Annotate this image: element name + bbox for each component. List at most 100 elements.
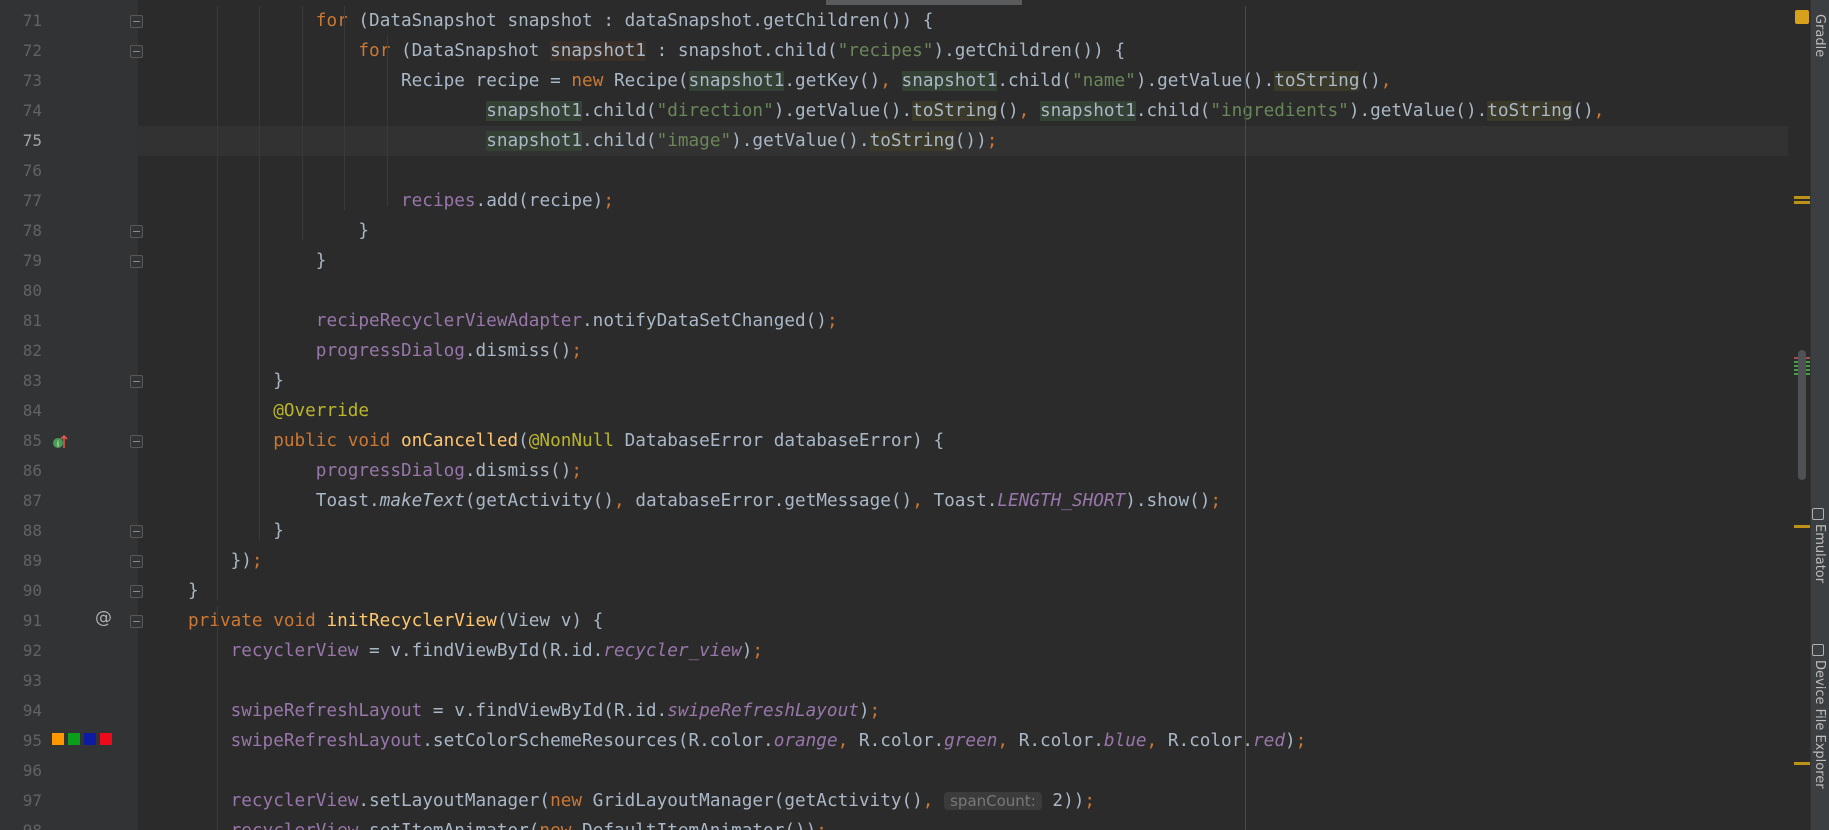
line-number: 98 (0, 816, 42, 830)
code-token: ).getValue(). (773, 101, 913, 121)
indent-guide (387, 36, 388, 206)
code-line[interactable]: progressDialog.dismiss(); (138, 456, 1788, 486)
line-number: 90 (22, 581, 42, 600)
code-token: () (1572, 101, 1594, 121)
fold-marker-icon[interactable] (130, 45, 143, 58)
color-swatch-icon[interactable] (52, 733, 64, 745)
code-token: .add(recipe) (475, 191, 604, 211)
code-line[interactable] (138, 666, 1788, 696)
at-sign-icon[interactable]: @ (95, 608, 112, 628)
line-number: 84 (22, 401, 42, 420)
tab-emulator[interactable]: Emulator (1812, 524, 1827, 583)
code-line[interactable] (138, 276, 1788, 306)
code-line[interactable]: recyclerView.setItemAnimator(new Default… (138, 816, 1788, 830)
code-line[interactable]: swipeRefreshLayout.setColorSchemeResourc… (138, 726, 1788, 756)
code-text: progressDialog.dismiss(); (316, 456, 582, 486)
color-swatch-icon[interactable] (84, 733, 96, 745)
code-token: private void (188, 611, 327, 631)
code-token: onCancelled (400, 431, 519, 451)
code-line[interactable]: }); (138, 546, 1788, 576)
code-token: .dismiss() (464, 461, 572, 481)
code-line[interactable]: } (138, 366, 1788, 396)
code-line[interactable]: recyclerView = v.findViewById(R.id.recyc… (138, 636, 1788, 666)
code-token: () (997, 101, 1019, 121)
indent-guide (301, 6, 303, 240)
code-token: .child( (582, 131, 657, 151)
code-line[interactable]: recyclerView.setLayoutManager(new GridLa… (138, 786, 1788, 816)
fold-marker-icon[interactable] (130, 375, 143, 388)
code-line[interactable]: snapshot1.child("direction").getValue().… (138, 96, 1788, 126)
fold-marker-icon[interactable] (130, 615, 143, 628)
code-token: } (188, 581, 199, 601)
code-editor[interactable]: 71 72 73 74 75 76 77 78 79 80 81 82 83 84 85 86 87 88 89 90… (0, 0, 1829, 830)
code-token: for (358, 41, 391, 61)
code-line[interactable]: swipeRefreshLayout = v.findViewById(R.id… (138, 696, 1788, 726)
horizontal-scrollbar[interactable] (826, 0, 1022, 5)
code-token: .setColorSchemeResources(R.color. (422, 731, 774, 751)
code-token: toString (1487, 101, 1573, 121)
code-token: DatabaseError databaseError) { (613, 431, 945, 451)
line-number: 79 (22, 251, 42, 270)
code-line[interactable]: progressDialog.dismiss(); (138, 336, 1788, 366)
code-text: for (DataSnapshot snapshot : dataSnapsho… (316, 6, 934, 36)
line-number: 87 (22, 491, 42, 510)
code-line[interactable]: Recipe recipe = new Recipe(snapshot1.get… (138, 66, 1788, 96)
code-line[interactable]: recipeRecyclerViewAdapter.notifyDataSetC… (138, 306, 1788, 336)
code-token: .setLayoutManager( (358, 791, 551, 811)
code-token: "recipes" (837, 41, 934, 61)
line-number: 81 (22, 311, 42, 330)
code-line[interactable]: } (138, 246, 1788, 276)
code-token: (getActivity() (464, 491, 614, 511)
fold-marker-icon[interactable] (130, 225, 143, 238)
line-number: 71 (22, 11, 42, 30)
code-token: new (539, 821, 571, 830)
code-token: , (1593, 101, 1605, 121)
code-line[interactable] (138, 156, 1788, 186)
parameter-hint: spanCount: (944, 792, 1042, 810)
fold-marker-icon[interactable] (130, 435, 143, 448)
code-line[interactable] (138, 756, 1788, 786)
code-line[interactable]: } (138, 576, 1788, 606)
fold-marker-icon[interactable] (130, 585, 143, 598)
tab-gradle[interactable]: Gradle (1812, 14, 1827, 57)
code-line[interactable]: snapshot1.child("image").getValue().toSt… (138, 126, 1788, 156)
fold-marker-icon[interactable] (130, 555, 143, 568)
line-number: 85 (22, 431, 42, 450)
code-token: ; (603, 191, 614, 211)
fold-marker-icon[interactable] (130, 15, 143, 28)
vertical-scrollbar[interactable] (1798, 350, 1806, 480)
override-method-icon[interactable]: i (51, 433, 69, 451)
code-line[interactable]: Toast.makeText(getActivity(), databaseEr… (138, 486, 1788, 516)
code-line[interactable]: recipes.add(recipe); (138, 186, 1788, 216)
line-number: 73 (22, 71, 42, 90)
code-text: } (273, 516, 284, 546)
svg-text:i: i (57, 440, 59, 449)
code-token: "ingredients" (1210, 101, 1349, 121)
code-line[interactable]: private void initRecyclerView(View v) { (138, 606, 1788, 636)
line-number: 82 (22, 341, 42, 360)
code-token: , (1018, 101, 1040, 121)
fold-marker-icon[interactable] (130, 525, 143, 538)
code-line[interactable]: for (DataSnapshot snapshot1 : snapshot.c… (138, 36, 1788, 66)
code-line[interactable]: } (138, 216, 1788, 246)
code-line[interactable]: public void onCancelled(@NonNull Databas… (138, 426, 1788, 456)
warning-icon[interactable] (1795, 10, 1809, 24)
code-area[interactable]: for (DataSnapshot snapshot : dataSnapsho… (138, 0, 1788, 830)
code-token: .child( (582, 101, 657, 121)
emulator-icon (1812, 508, 1824, 520)
fold-marker-icon[interactable] (130, 255, 143, 268)
color-swatch-icon[interactable] (100, 733, 112, 745)
code-line[interactable]: @Override (138, 396, 1788, 426)
code-token: } (273, 521, 284, 541)
code-text: } (316, 246, 327, 276)
code-text: Recipe recipe = new Recipe(snapshot1.get… (401, 66, 1391, 96)
code-text: }); (231, 546, 263, 576)
code-token: "image" (656, 131, 732, 151)
tab-device-file-explorer[interactable]: Device File Explorer (1812, 660, 1827, 789)
code-token: new (550, 791, 583, 811)
code-token: toString (912, 101, 998, 121)
code-line[interactable]: } (138, 516, 1788, 546)
code-line[interactable]: for (DataSnapshot snapshot : dataSnapsho… (138, 6, 1788, 36)
color-swatch-icon[interactable] (68, 733, 80, 745)
